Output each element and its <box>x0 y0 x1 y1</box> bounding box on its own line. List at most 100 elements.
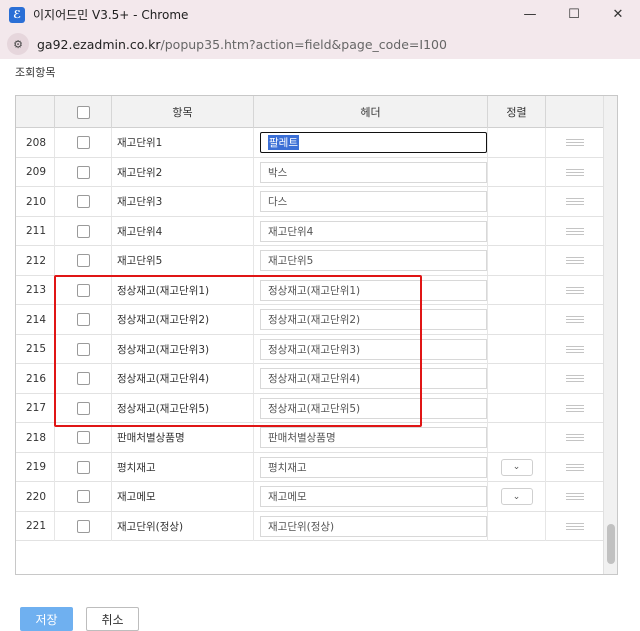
header-input[interactable]: 박스 <box>260 161 487 183</box>
drag-handle-icon[interactable] <box>566 168 584 176</box>
table-row: 218 판매처별상품명 판매처별상품명 <box>16 423 617 453</box>
url-text[interactable]: ga92.ezadmin.co.kr/popup35.htm?action=fi… <box>37 37 447 52</box>
save-button[interactable]: 저장 <box>20 607 73 631</box>
header-input-value: 재고단위(정상) <box>268 520 335 533</box>
header-input[interactable]: 재고메모 <box>260 486 487 507</box>
drag-handle-icon[interactable] <box>566 316 584 323</box>
row-number: 220 <box>16 482 55 511</box>
row-drag-cell <box>546 393 605 423</box>
row-header-cell: 재고메모 <box>254 482 488 511</box>
minimize-button[interactable]: — <box>508 0 552 29</box>
cancel-button[interactable]: 취소 <box>86 607 139 631</box>
row-header-cell: 재고단위(정상) <box>254 511 488 541</box>
drag-handle-icon[interactable] <box>566 286 584 294</box>
row-drag-cell <box>546 482 605 511</box>
drag-handle-icon[interactable] <box>566 257 584 264</box>
drag-handle-icon[interactable] <box>566 198 584 205</box>
row-checkbox[interactable] <box>76 224 90 238</box>
row-sort-cell <box>488 187 546 216</box>
table-row: 210 재고단위3 다스 <box>16 187 617 217</box>
table-row: 211 재고단위4 재고단위4 <box>16 216 617 246</box>
header-input[interactable]: 팔레트 <box>260 132 487 153</box>
row-checkbox[interactable] <box>76 519 90 533</box>
row-sort-cell <box>488 246 546 275</box>
chevron-down-icon: ⌄ <box>512 491 521 502</box>
header-input[interactable]: 재고단위(정상) <box>260 515 487 537</box>
row-sort-cell: ⌄ <box>488 452 546 482</box>
row-number: 211 <box>16 216 55 246</box>
section-title: 조회항목 <box>15 66 56 79</box>
table-row: 208 재고단위1 팔레트 <box>16 128 617 158</box>
row-number: 210 <box>16 187 55 216</box>
row-drag-cell <box>546 364 605 393</box>
row-sort-cell <box>488 334 546 364</box>
vertical-scrollbar[interactable] <box>603 96 617 574</box>
row-check-cell <box>55 482 112 511</box>
row-checkbox[interactable] <box>76 460 90 474</box>
table-row: 220 재고메모 재고메모 ⌄ <box>16 482 617 512</box>
row-number: 217 <box>16 393 55 423</box>
row-number: 221 <box>16 511 55 541</box>
row-drag-cell <box>546 452 605 482</box>
header-input[interactable]: 판매처별상품명 <box>260 427 487 448</box>
scrollbar-thumb[interactable] <box>607 524 615 564</box>
drag-handle-icon[interactable] <box>566 227 584 235</box>
sort-select[interactable]: ⌄ <box>500 488 533 505</box>
row-item-name: 평치재고 <box>112 452 254 482</box>
row-number: 209 <box>16 157 55 187</box>
sort-select[interactable]: ⌄ <box>500 458 533 476</box>
row-item-name: 재고단위3 <box>112 187 254 216</box>
header-input[interactable]: 재고단위5 <box>260 250 487 271</box>
row-item-name: 재고단위1 <box>112 128 254 157</box>
row-sort-cell <box>488 423 546 452</box>
row-checkbox[interactable] <box>76 490 90 503</box>
grid-header: 항목 헤더 정렬 <box>16 96 617 128</box>
drag-handle-icon[interactable] <box>566 522 584 530</box>
row-drag-cell <box>546 128 605 157</box>
row-drag-cell <box>546 275 605 305</box>
row-checkbox[interactable] <box>76 254 90 267</box>
maximize-button[interactable]: ☐ <box>552 0 596 29</box>
select-all-checkbox[interactable] <box>76 105 90 119</box>
row-header-cell: 판매처별상품명 <box>254 423 488 452</box>
header-sort: 정렬 <box>488 96 546 128</box>
row-drag-cell <box>546 305 605 334</box>
row-check-cell <box>55 128 112 157</box>
drag-handle-icon[interactable] <box>566 404 584 412</box>
row-number: 219 <box>16 452 55 482</box>
row-item-name: 재고메모 <box>112 482 254 511</box>
row-drag-cell <box>546 187 605 216</box>
row-sort-cell: ⌄ <box>488 482 546 511</box>
header-check-cell <box>55 96 112 128</box>
address-bar[interactable]: ⚙ ga92.ezadmin.co.kr/popup35.htm?action=… <box>0 29 640 59</box>
table-row: 221 재고단위(정상) 재고단위(정상) <box>16 511 617 541</box>
table-row: 219 평치재고 평치재고 ⌄ <box>16 452 617 482</box>
header-input[interactable]: 재고단위4 <box>260 220 487 242</box>
row-item-name: 재고단위(정상) <box>112 511 254 541</box>
header-input[interactable]: 평치재고 <box>260 456 487 478</box>
row-sort-cell <box>488 275 546 305</box>
row-checkbox[interactable] <box>76 195 90 208</box>
window-titlebar: ℰ 이지어드민 V3.5+ - Chrome — ☐ ✕ <box>0 0 640 29</box>
chevron-down-icon: ⌄ <box>512 462 521 472</box>
header-header: 헤더 <box>254 96 488 128</box>
drag-handle-icon[interactable] <box>566 139 584 146</box>
row-check-cell <box>55 187 112 216</box>
row-checkbox[interactable] <box>76 165 90 179</box>
header-input[interactable]: 다스 <box>260 191 487 212</box>
close-button[interactable]: ✕ <box>596 0 640 29</box>
row-checkbox[interactable] <box>76 136 90 149</box>
row-check-cell <box>55 216 112 246</box>
row-number: 216 <box>16 364 55 393</box>
row-number: 208 <box>16 128 55 157</box>
row-drag-cell <box>546 157 605 187</box>
drag-handle-icon[interactable] <box>566 493 584 500</box>
row-drag-cell <box>546 216 605 246</box>
row-item-name: 재고단위2 <box>112 157 254 187</box>
drag-handle-icon[interactable] <box>566 463 584 471</box>
drag-handle-icon[interactable] <box>566 375 584 382</box>
site-settings-icon[interactable]: ⚙ <box>7 33 29 55</box>
drag-handle-icon[interactable] <box>566 345 584 353</box>
drag-handle-icon[interactable] <box>566 434 584 441</box>
row-checkbox[interactable] <box>76 431 90 444</box>
